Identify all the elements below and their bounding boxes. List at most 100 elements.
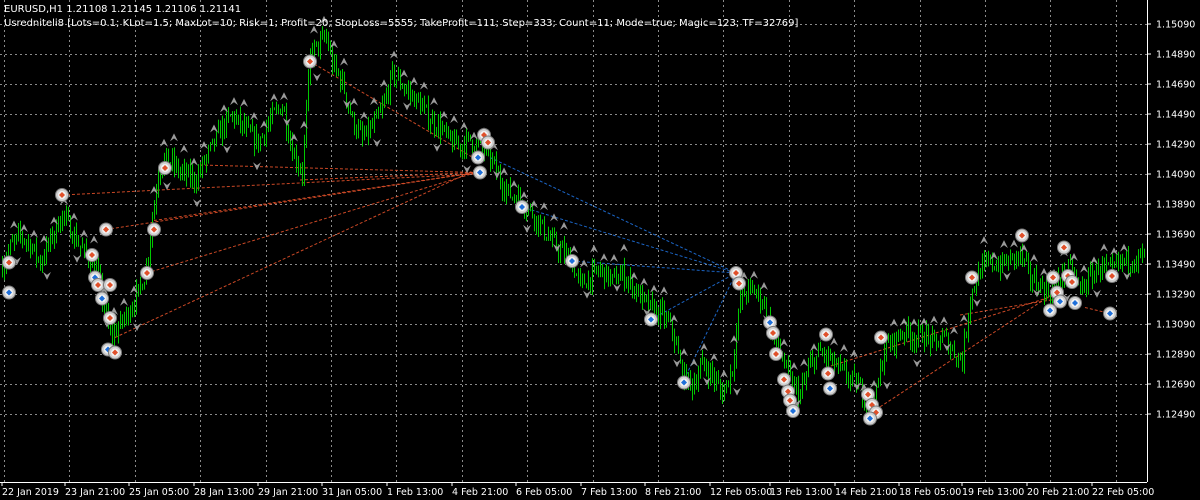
sell-trade-marker-icon xyxy=(1057,240,1071,255)
fractal-up-arrow xyxy=(70,212,78,221)
fractal-down-arrow xyxy=(943,343,951,352)
sell-trade-line xyxy=(105,172,477,230)
fractal-up-arrow xyxy=(280,92,288,101)
fractal-up-arrow xyxy=(780,338,788,347)
fractal-down-arrow xyxy=(73,254,81,263)
fractal-down-arrow xyxy=(163,181,171,190)
fractal-down-arrow xyxy=(373,138,381,147)
fractal-up-arrow xyxy=(270,93,278,102)
buy-trade-marker-icon xyxy=(1068,296,1082,310)
price-tick-label: 1.13690 xyxy=(1156,230,1195,241)
fractal-down-arrow xyxy=(1003,272,1011,281)
fractal-up-arrow xyxy=(80,229,88,238)
fractal-up-arrow xyxy=(1120,243,1128,252)
fractal-up-arrow xyxy=(940,316,948,325)
buy-trade-marker-icon xyxy=(565,254,579,268)
buy-trade-marker-icon xyxy=(473,165,487,180)
fractal-up-arrow xyxy=(400,69,408,78)
fractal-up-arrow xyxy=(250,112,258,121)
fractal-down-arrow xyxy=(733,387,741,396)
sell-trade-marker-icon xyxy=(1015,228,1029,243)
chart-header: EURUSD,H1 1.21108 1.21145 1.21106 1.2114… xyxy=(4,3,798,31)
fractal-up-arrow xyxy=(290,133,298,142)
price-tick-label: 1.14090 xyxy=(1156,170,1195,181)
fractal-arrows xyxy=(10,15,1131,408)
price-tick-label: 1.13090 xyxy=(1156,320,1195,331)
price-tick-label: 1.14890 xyxy=(1156,50,1195,61)
sell-trade-marker-icon xyxy=(965,270,979,285)
sell-trade-line xyxy=(875,292,1056,410)
sell-trade-line xyxy=(153,172,477,221)
buy-trade-marker-icon xyxy=(95,291,109,306)
buy-trade-marker-icon xyxy=(823,381,837,396)
fractal-down-arrow xyxy=(193,199,201,208)
time-tick-label: 8 Feb 21:00 xyxy=(645,487,701,498)
fractal-up-arrow xyxy=(1030,254,1038,263)
fractal-up-arrow xyxy=(810,343,818,352)
fractal-up-arrow xyxy=(470,131,478,140)
time-tick-label: 31 Jan 05:00 xyxy=(322,487,382,498)
fractal-up-arrow xyxy=(1080,264,1088,273)
fractal-up-arrow xyxy=(700,342,708,351)
trade-markers xyxy=(2,54,1119,426)
time-tick-label: 4 Feb 21:00 xyxy=(452,487,508,498)
fractal-up-arrow xyxy=(380,79,388,88)
fractal-up-arrow xyxy=(240,98,248,107)
fractal-up-arrow xyxy=(690,358,698,367)
fractal-up-arrow xyxy=(800,358,808,367)
fractal-up-arrow xyxy=(600,253,608,262)
sell-trade-marker-icon xyxy=(874,330,888,345)
fractal-up-arrow xyxy=(230,97,238,106)
fractal-up-arrow xyxy=(420,81,428,90)
fractal-up-arrow xyxy=(790,362,798,371)
buy-trade-marker-icon xyxy=(1053,294,1067,309)
buy-trade-marker-icon xyxy=(515,200,529,214)
chart-window[interactable]: 1.15090 1.14890 1.14690 1.14490 1.14290 1.140… xyxy=(0,0,1200,500)
fractal-up-arrow xyxy=(350,97,358,106)
buy-trade-marker-icon xyxy=(677,375,691,390)
time-tick-label: 13 Feb 13:00 xyxy=(770,487,832,498)
time-tick-label: 1 Feb 13:00 xyxy=(387,487,443,498)
fractal-up-arrow xyxy=(1070,252,1078,261)
sell-trade-line xyxy=(825,295,1056,368)
fractal-up-arrow xyxy=(1090,256,1098,265)
fractal-up-arrow xyxy=(450,115,458,124)
fractal-up-arrow xyxy=(410,76,418,85)
price-tick-label: 1.12690 xyxy=(1156,380,1195,391)
time-tick-label: 28 Jan 13:00 xyxy=(194,487,254,498)
sell-trade-marker-icon xyxy=(158,161,172,175)
fractal-up-arrow xyxy=(980,236,988,245)
price-chart[interactable]: 1.15090 1.14890 1.14690 1.14490 1.14290 1.140… xyxy=(0,0,1200,500)
price-tick-label: 1.14490 xyxy=(1156,110,1195,121)
sell-trade-marker-icon xyxy=(769,347,783,361)
fractal-up-arrow xyxy=(430,97,438,106)
price-tick-label: 1.13490 xyxy=(1156,260,1195,271)
fractal-up-arrow xyxy=(190,157,198,166)
sell-trade-marker-icon xyxy=(103,311,117,325)
sell-trade-marker-icon xyxy=(55,188,69,202)
price-tick-label: 1.12890 xyxy=(1156,350,1195,361)
fractal-up-arrow xyxy=(930,315,938,324)
expert-advisor-line: Usredniteli8 [Lots=0.1; KLot=1.5; MaxLot… xyxy=(4,18,799,29)
time-tick-label: 14 Feb 21:00 xyxy=(835,487,897,498)
fractal-up-arrow xyxy=(910,318,918,327)
price-tick-label: 1.15090 xyxy=(1156,20,1195,31)
fractal-up-arrow xyxy=(510,180,518,189)
time-tick-label: 6 Feb 05:00 xyxy=(516,487,572,498)
sell-trade-marker-icon xyxy=(147,222,161,237)
fractal-up-arrow xyxy=(610,253,618,262)
sell-trade-line xyxy=(61,173,477,196)
fractal-up-arrow xyxy=(560,221,568,230)
grid xyxy=(0,0,1148,483)
fractal-down-arrow xyxy=(1093,289,1101,298)
sell-trade-marker-icon xyxy=(819,327,833,342)
fractal-down-arrow xyxy=(223,145,231,154)
fractal-down-arrow xyxy=(613,283,621,292)
sell-trade-marker-icon xyxy=(2,255,16,270)
fractal-up-arrow xyxy=(180,144,188,153)
fractal-down-arrow xyxy=(403,102,411,111)
sell-trade-marker-icon xyxy=(140,266,154,280)
sell-trade-marker-icon xyxy=(481,135,495,150)
fractal-up-arrow xyxy=(570,245,578,254)
time-tick-label: 7 Feb 13:00 xyxy=(581,487,637,498)
